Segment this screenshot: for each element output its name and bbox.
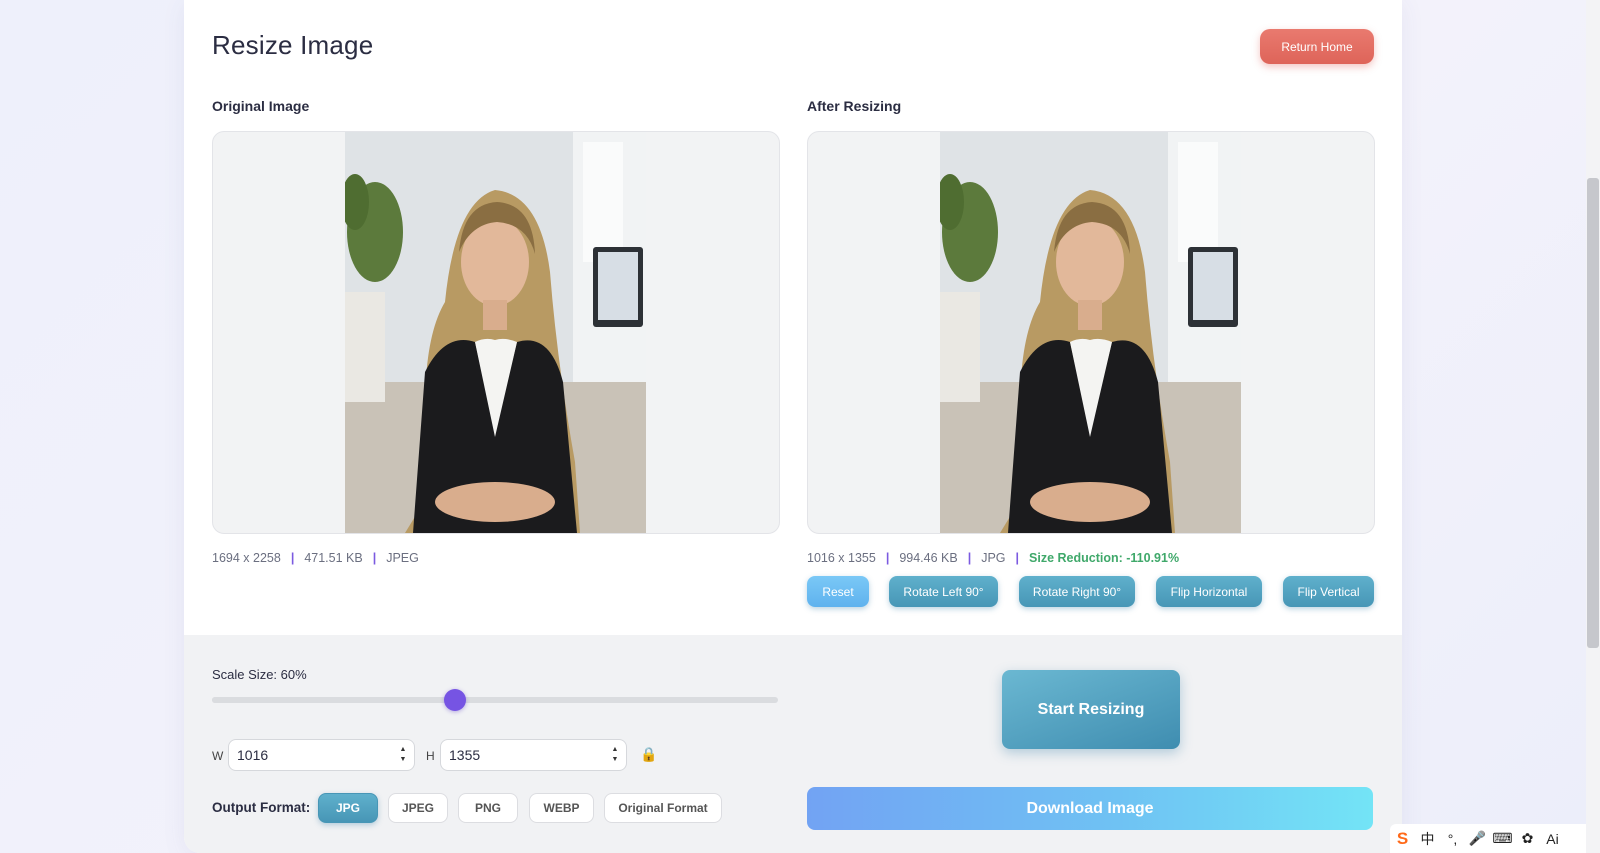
height-input[interactable] <box>440 739 627 771</box>
flip-vertical-button[interactable]: Flip Vertical <box>1283 576 1374 607</box>
resized-image <box>940 132 1241 533</box>
ime-ai-button[interactable]: Ai <box>1540 831 1565 847</box>
width-label: W <box>212 749 224 763</box>
resized-image-frame <box>807 131 1375 534</box>
page-scrollbar-thumb[interactable] <box>1587 178 1599 648</box>
meta-separator: | <box>967 551 972 565</box>
width-spinner[interactable]: ▲ ▼ <box>398 745 408 765</box>
page-title: Resize Image <box>212 30 374 60</box>
original-image-heading: Original Image <box>212 98 310 114</box>
height-label: H <box>426 749 435 763</box>
resize-card: Resize Image Return Home Original Image <box>184 0 1402 853</box>
download-image-button[interactable]: Download Image <box>807 787 1373 830</box>
original-dimensions: 1694 x 2258 <box>212 551 281 565</box>
size-reduction: Size Reduction: -110.91% <box>1029 551 1180 565</box>
meta-separator: | <box>290 551 295 565</box>
height-spinner[interactable]: ▲ ▼ <box>610 745 620 765</box>
original-image <box>345 132 646 533</box>
resized-format: JPG <box>981 551 1006 565</box>
ime-toolbar: S 中 °, 🎤 ⌨ ✿ Ai <box>1390 824 1586 853</box>
format-webp-button[interactable]: WEBP <box>529 793 594 823</box>
original-size: 471.51 KB <box>304 551 363 565</box>
scale-slider[interactable] <box>212 689 778 711</box>
ime-punctuation-toggle[interactable]: °, <box>1440 831 1465 847</box>
flip-horizontal-button[interactable]: Flip Horizontal <box>1156 576 1262 607</box>
resized-image-meta: 1016 x 1355 | 994.46 KB | JPG | Size Reduction… <box>807 551 1179 565</box>
format-original-button[interactable]: Original Format <box>604 793 722 823</box>
meta-separator: | <box>372 551 377 565</box>
keyboard-icon[interactable]: ⌨ <box>1490 830 1515 847</box>
meta-separator: | <box>1015 551 1020 565</box>
controls-panel: Scale Size: 60% W ▲▼ H ▲▼ 🔒 Output Forma… <box>184 635 1402 853</box>
output-format-label: Output Format: <box>212 800 311 815</box>
skin-icon[interactable]: ✿ <box>1515 830 1540 847</box>
scale-size-label: Scale Size: 60% <box>212 667 307 682</box>
ime-logo-icon[interactable]: S <box>1390 829 1415 849</box>
original-format: JPEG <box>386 551 419 565</box>
return-home-button[interactable]: Return Home <box>1260 29 1374 64</box>
format-png-button[interactable]: PNG <box>458 793 518 823</box>
original-image-frame <box>212 131 780 534</box>
start-resizing-button[interactable]: Start Resizing <box>1002 670 1180 749</box>
ime-language-toggle[interactable]: 中 <box>1415 829 1440 849</box>
resized-size: 994.46 KB <box>899 551 958 565</box>
reset-button[interactable]: Reset <box>807 576 869 607</box>
original-image-meta: 1694 x 2258 | 471.51 KB | JPEG <box>212 551 419 565</box>
after-resizing-heading: After Resizing <box>807 98 902 114</box>
rotate-right-button[interactable]: Rotate Right 90° <box>1019 576 1135 607</box>
scale-slider-thumb[interactable] <box>443 689 466 711</box>
lock-icon[interactable]: 🔒 <box>640 746 657 763</box>
format-jpg-button[interactable]: JPG <box>318 793 378 823</box>
width-input[interactable] <box>228 739 415 771</box>
resized-dimensions: 1016 x 1355 <box>807 551 876 565</box>
meta-separator: | <box>885 551 890 565</box>
mic-icon[interactable]: 🎤 <box>1465 830 1490 847</box>
rotate-left-button[interactable]: Rotate Left 90° <box>889 576 998 607</box>
scale-slider-fill <box>212 697 455 703</box>
format-jpeg-button[interactable]: JPEG <box>388 793 448 823</box>
